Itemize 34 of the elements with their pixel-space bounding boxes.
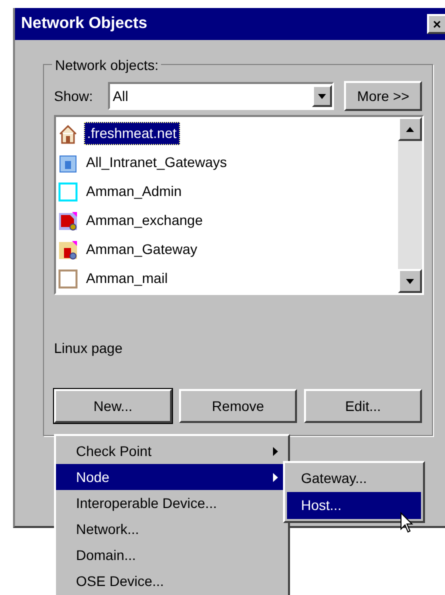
action-button[interactable]: New... xyxy=(54,389,172,423)
scroll-up-icon xyxy=(406,126,414,132)
menu-item[interactable]: Domain... xyxy=(56,542,288,568)
list-item[interactable]: Amman_Gateway xyxy=(84,239,200,260)
list-item[interactable]: Amman_Admin xyxy=(84,181,184,202)
frame-icon xyxy=(58,182,78,202)
comment-text: Linux page xyxy=(54,339,124,358)
show-label: Show: xyxy=(54,86,94,106)
list-item[interactable]: Amman_exchange xyxy=(84,210,205,231)
gateway-icon xyxy=(58,240,78,260)
menu-item[interactable]: Network... xyxy=(56,516,288,542)
submenu-arrow-icon xyxy=(273,472,278,482)
house-icon xyxy=(58,124,78,144)
close-button[interactable]: × xyxy=(427,14,445,34)
menu-item[interactable]: Host... xyxy=(287,492,421,519)
building-icon xyxy=(58,152,78,172)
gateway-icon xyxy=(58,210,78,230)
menu-item[interactable]: Gateway... xyxy=(287,465,421,492)
frame-icon xyxy=(58,268,78,288)
list-item[interactable]: Amman_mail xyxy=(84,268,170,289)
dropdown-button[interactable] xyxy=(312,85,332,107)
action-button[interactable]: Edit... xyxy=(304,389,422,423)
list-item[interactable]: .freshmeat.net xyxy=(84,122,180,145)
more-button[interactable]: More >> xyxy=(344,81,422,111)
action-button[interactable]: Remove xyxy=(179,389,297,423)
window-title: Network Objects xyxy=(21,14,148,34)
scroll-down-icon xyxy=(406,278,414,284)
menu-item[interactable]: OSE Device... xyxy=(56,568,288,594)
caret-icon xyxy=(318,94,326,98)
show-dropdown[interactable]: All xyxy=(108,82,334,110)
list-item[interactable]: All_Intranet_Gateways xyxy=(84,152,229,173)
submenu-arrow-icon xyxy=(273,446,278,456)
menu-item[interactable]: Check Point xyxy=(56,438,288,464)
scrollbar[interactable] xyxy=(398,117,422,293)
